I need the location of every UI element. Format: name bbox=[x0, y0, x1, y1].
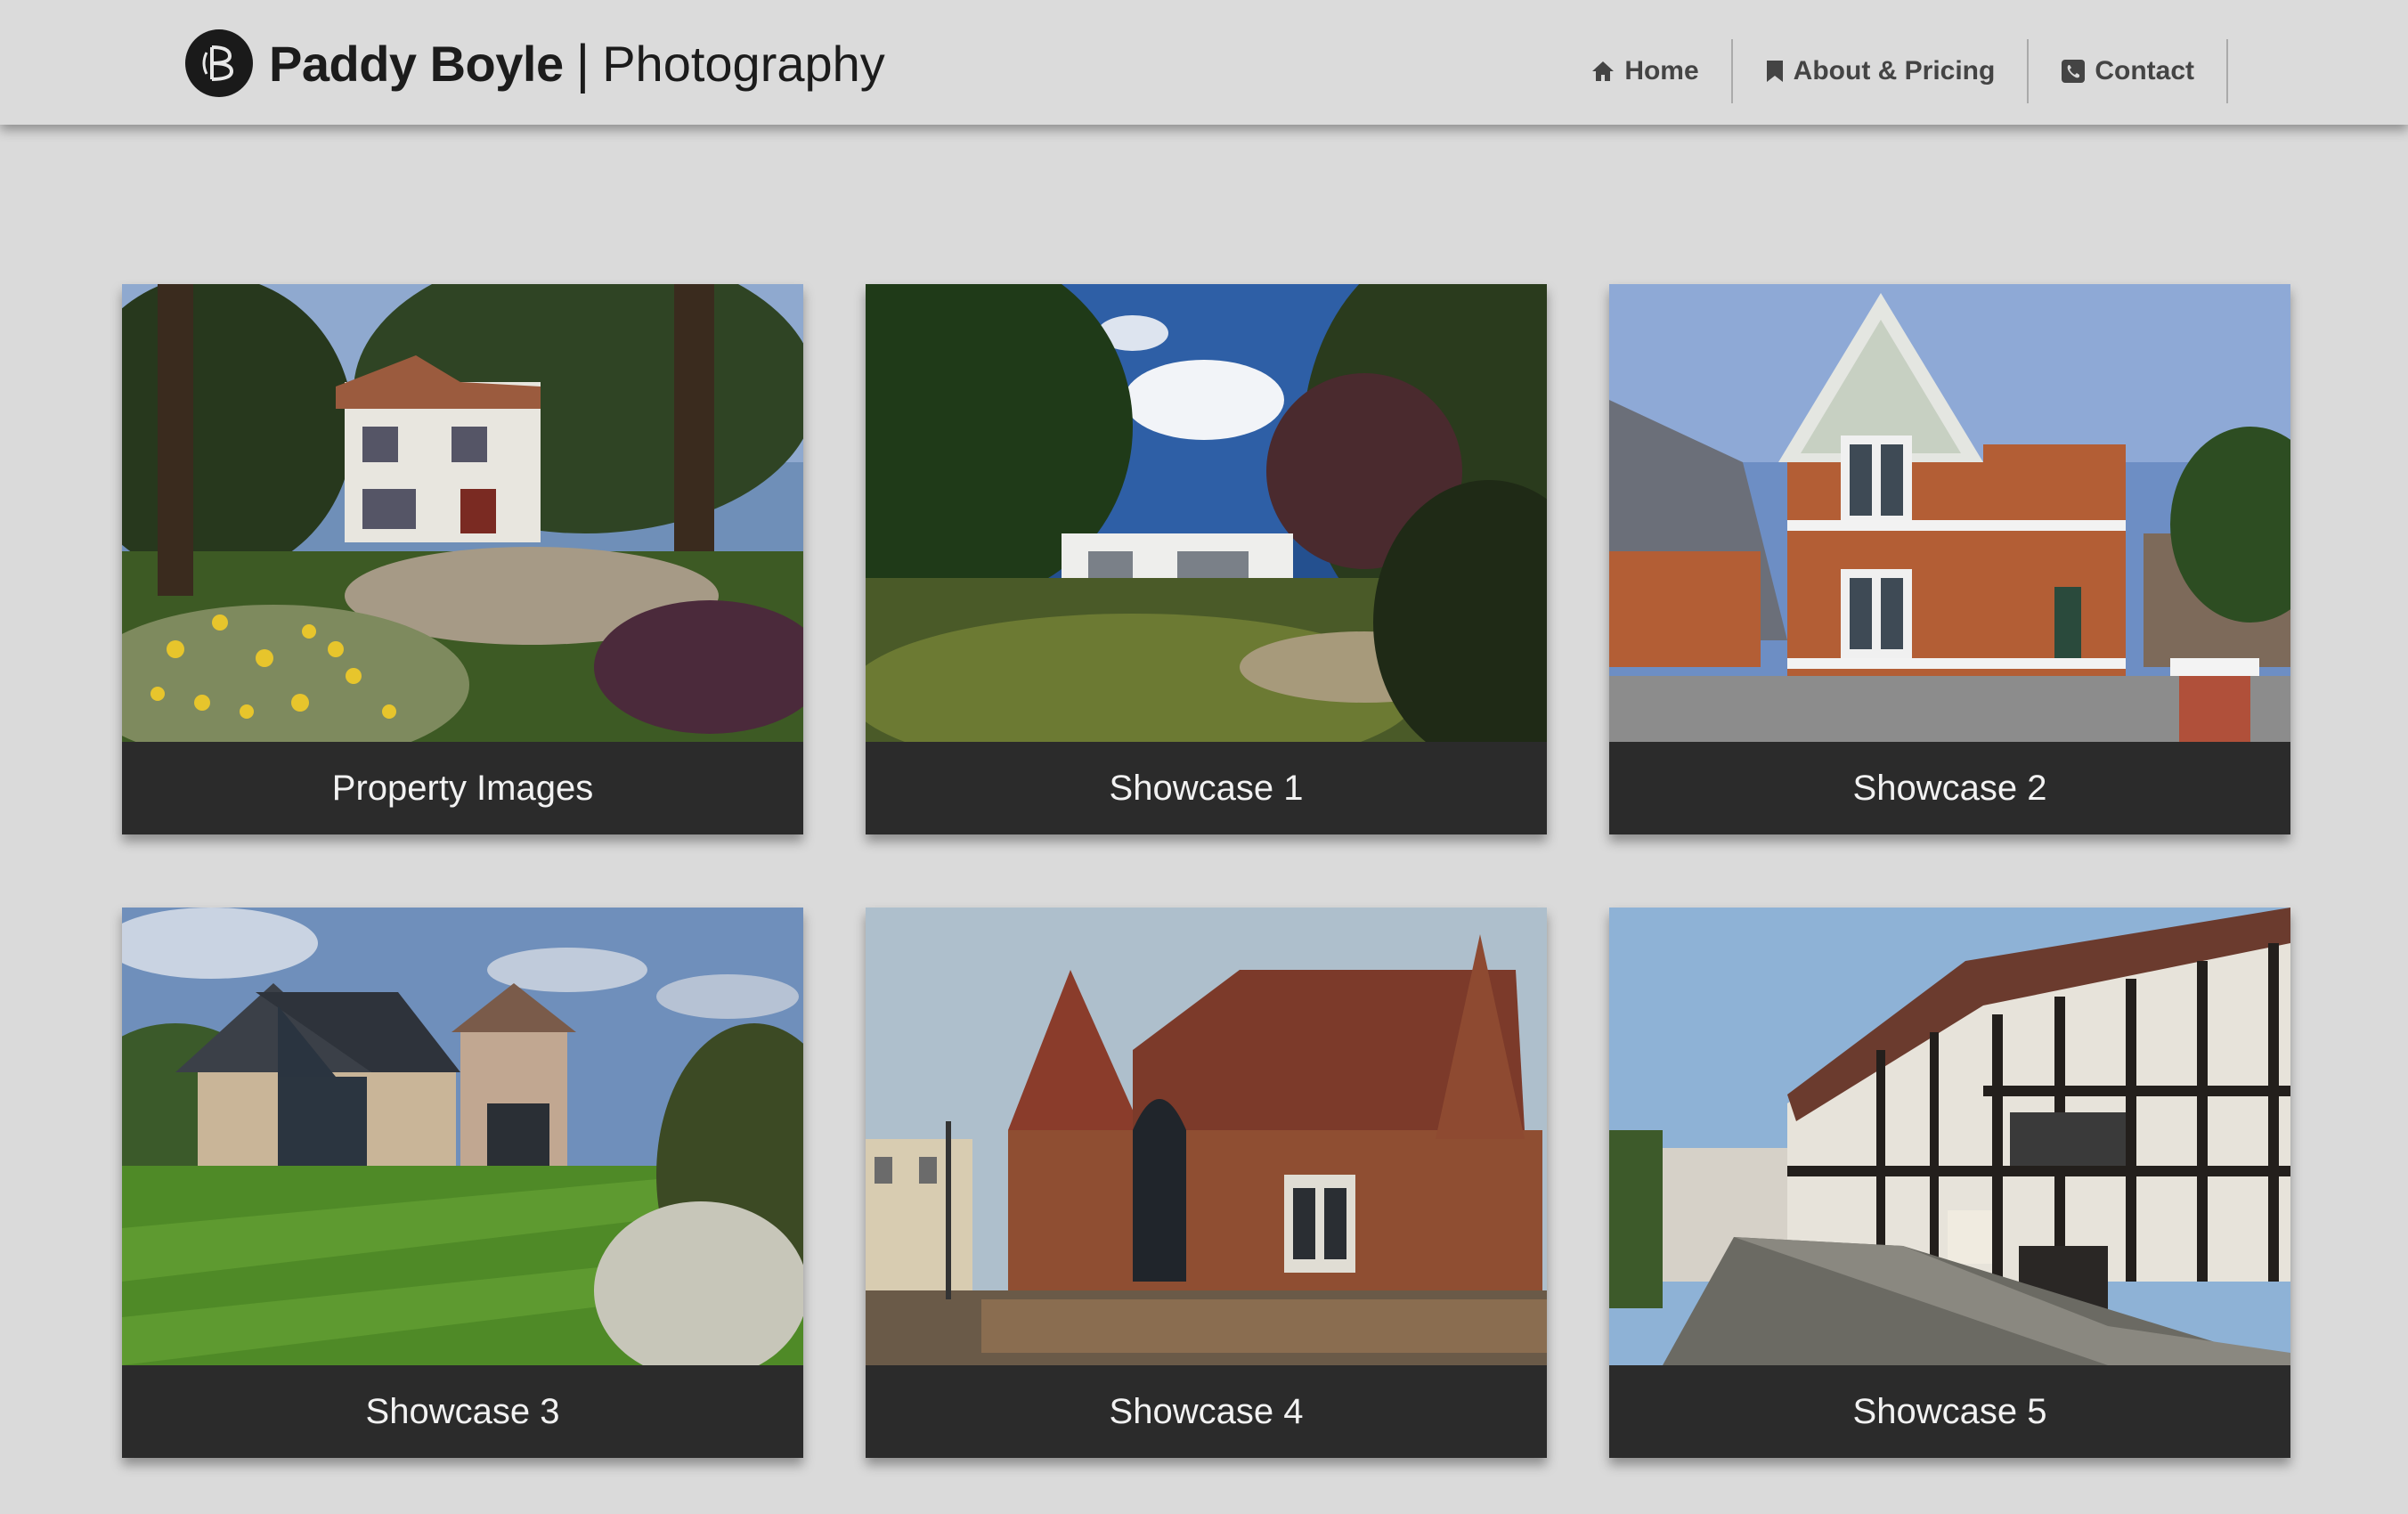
gallery-caption: Showcase 5 bbox=[1852, 1391, 2047, 1431]
gallery-card-showcase-1[interactable]: Showcase 1 bbox=[866, 284, 1547, 834]
brand-link[interactable]: Paddy Boyle | Photography bbox=[185, 27, 885, 100]
gallery-caption: Property Images bbox=[331, 768, 594, 808]
gallery-card-property-images[interactable]: Property Images bbox=[122, 284, 803, 834]
gallery-photo bbox=[1609, 284, 2290, 742]
nav-about-pricing[interactable]: About & Pricing bbox=[1733, 39, 2030, 103]
gallery-photo bbox=[122, 284, 803, 742]
gallery-card-showcase-4[interactable]: Showcase 4 bbox=[866, 908, 1547, 1458]
site-header: Paddy Boyle | Photography Home About & P… bbox=[0, 0, 2408, 125]
bookmark-icon bbox=[1766, 61, 1783, 82]
gallery-caption: Showcase 4 bbox=[1109, 1391, 1304, 1431]
brand-separator: | bbox=[575, 33, 590, 94]
gallery-photo bbox=[122, 908, 803, 1365]
gallery-photo bbox=[866, 284, 1547, 742]
gallery-card-showcase-5[interactable]: Showcase 5 bbox=[1609, 908, 2290, 1458]
home-icon bbox=[1592, 61, 1615, 81]
nav-about-pricing-label: About & Pricing bbox=[1793, 56, 1996, 85]
brand-subtitle: Photography bbox=[602, 35, 885, 92]
page: Paddy Boyle | Photography Home About & P… bbox=[0, 0, 2408, 1514]
gallery-caption: Showcase 2 bbox=[1852, 768, 2047, 808]
brand-name: Paddy Boyle bbox=[269, 35, 564, 92]
nav-contact[interactable]: Contact bbox=[2029, 39, 2228, 103]
main-nav: Home About & Pricing Contact bbox=[1558, 39, 2228, 103]
phone-icon bbox=[2062, 60, 2086, 83]
gallery-card-showcase-2[interactable]: Showcase 2 bbox=[1609, 284, 2290, 834]
gallery-photo bbox=[866, 908, 1547, 1365]
gallery-caption: Showcase 3 bbox=[365, 1391, 560, 1431]
gallery-photo bbox=[1609, 908, 2290, 1365]
pb-monogram-logo-icon bbox=[185, 29, 253, 97]
gallery-card-showcase-3[interactable]: Showcase 3 bbox=[122, 908, 803, 1458]
nav-home-label: Home bbox=[1624, 56, 1699, 85]
gallery-caption: Showcase 1 bbox=[1109, 768, 1304, 808]
nav-contact-label: Contact bbox=[2095, 56, 2194, 85]
nav-home[interactable]: Home bbox=[1558, 39, 1733, 103]
